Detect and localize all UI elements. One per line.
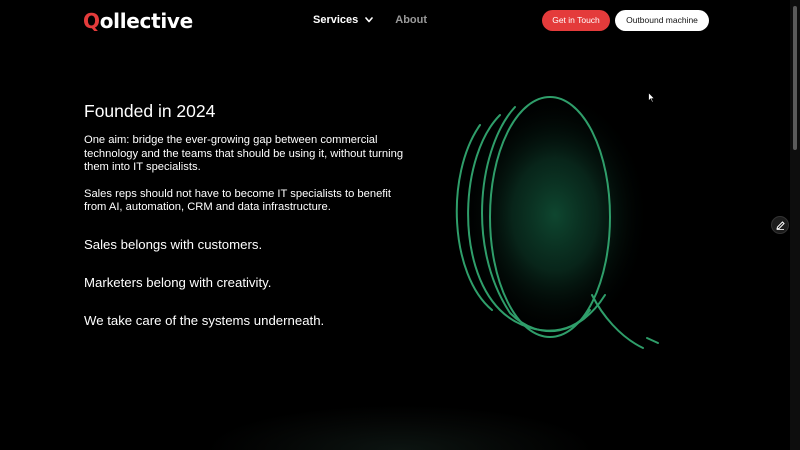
page-title: Founded in 2024	[84, 101, 216, 121]
tagline-sales: Sales belongs with customers.	[84, 236, 263, 252]
sales-reps-paragraph: Sales reps should not have to become IT …	[84, 187, 392, 214]
chevron-down-icon	[365, 17, 374, 23]
intro-paragraph: One aim: bridge the ever-growing gap bet…	[84, 134, 404, 174]
scrollbar-thumb[interactable]	[793, 6, 797, 150]
page-scrollbar[interactable]	[790, 0, 800, 450]
nav-about[interactable]: About	[395, 14, 427, 26]
get-in-touch-button[interactable]: Get in Touch	[542, 10, 610, 31]
tagline-systems: We take care of the systems underneath.	[84, 312, 325, 328]
logo[interactable]: Qollective	[83, 9, 193, 33]
intro-section: Founded in 2024 One aim: bridge the ever…	[84, 100, 414, 329]
nav-services-label: Services	[313, 14, 359, 26]
pencil-icon	[775, 220, 785, 230]
page: Qollective Services About Get in Touch O…	[0, 0, 800, 450]
nav-services[interactable]: Services	[313, 14, 374, 26]
q-outline-graphic	[455, 90, 659, 349]
tagline-marketers: Marketers belong with creativity.	[84, 274, 272, 290]
outbound-machine-button[interactable]: Outbound machine	[615, 10, 709, 31]
main-nav: Services About	[313, 14, 427, 26]
mouse-cursor-icon	[648, 92, 655, 103]
site-header: Qollective Services About Get in Touch O…	[0, 0, 790, 42]
logo-text: ollective	[99, 9, 194, 33]
logo-q: Q	[83, 9, 100, 33]
edit-button[interactable]	[771, 216, 789, 234]
